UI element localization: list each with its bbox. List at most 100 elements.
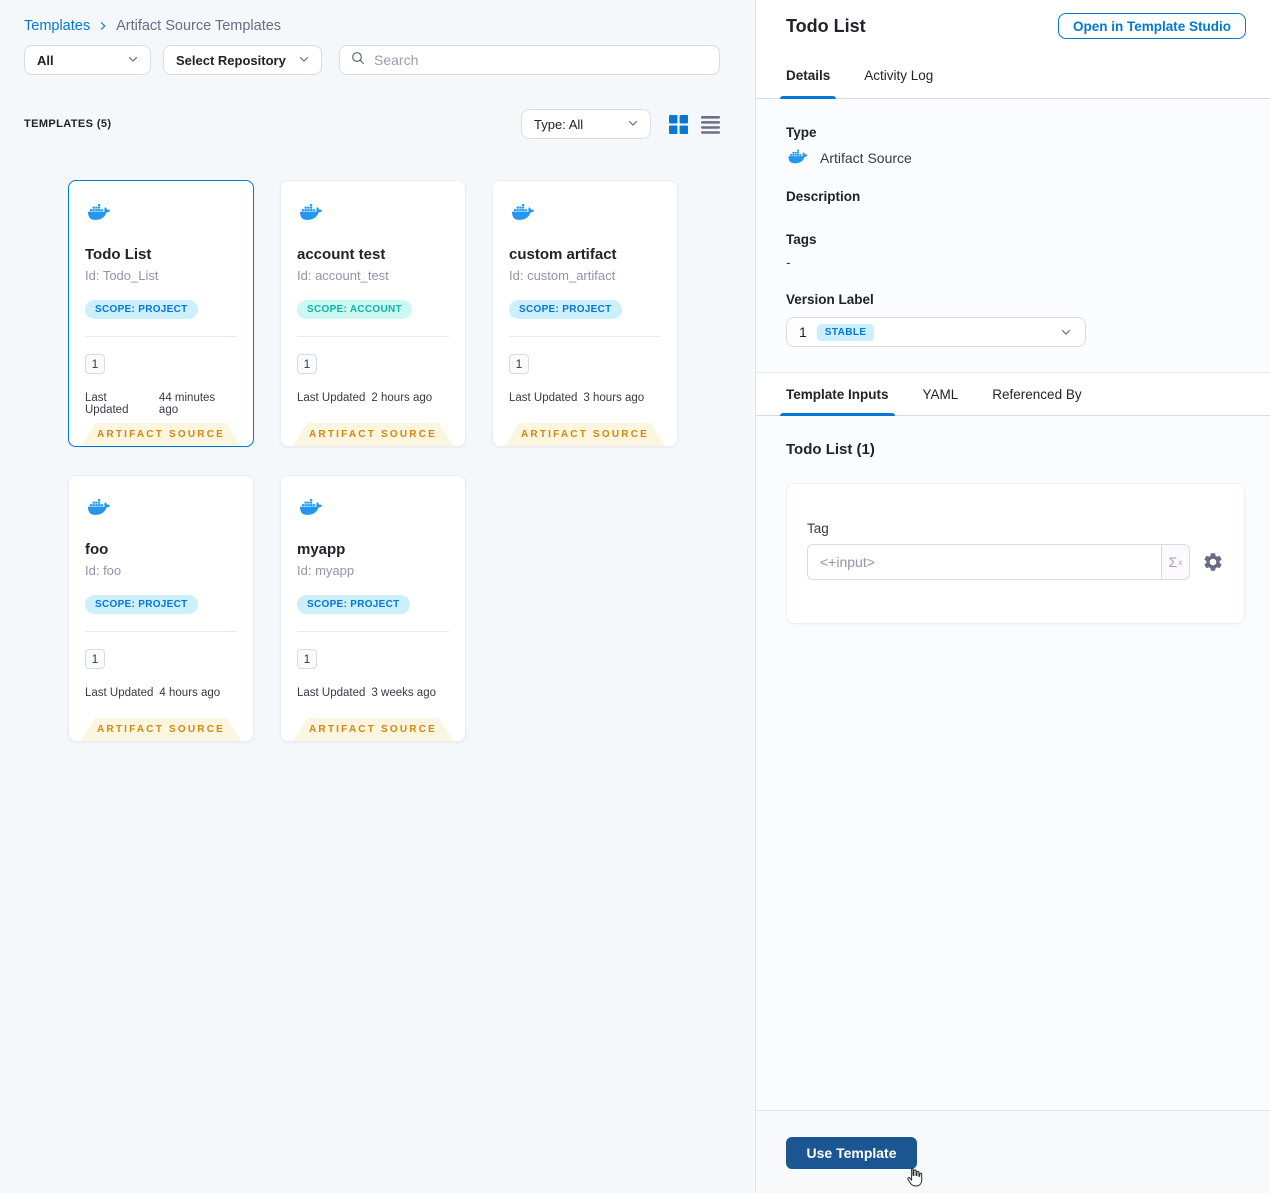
panel-title: Todo List (786, 15, 866, 36)
template-card-grid: Todo List Id: Todo_List SCOPE: PROJECT 1… (0, 139, 700, 742)
last-updated-label: Last Updated (297, 687, 366, 699)
card-title: myapp (297, 541, 346, 558)
docker-icon (297, 210, 325, 227)
docker-icon (786, 147, 810, 169)
details-tab-bar: Details Activity Log (756, 52, 1270, 99)
card-id: Id: account_test (297, 268, 389, 283)
version-count-chip: 1 (85, 354, 105, 374)
card-title: foo (85, 541, 109, 558)
card-divider (297, 336, 449, 337)
last-updated-value: 3 weeks ago (371, 687, 436, 699)
breadcrumb-templates-link[interactable]: Templates (24, 18, 90, 34)
type-filter-value: Type: All (534, 116, 584, 132)
last-updated-value: 4 hours ago (159, 687, 221, 699)
version-count-chip: 1 (297, 354, 317, 374)
gear-icon[interactable] (1202, 551, 1224, 573)
tab-yaml[interactable]: YAML (923, 373, 959, 415)
inputs-tab-bar: Template Inputs YAML Referenced By (756, 372, 1270, 416)
tag-input[interactable] (808, 545, 1161, 579)
chevron-down-icon (1059, 325, 1073, 339)
last-updated-label: Last Updated (85, 687, 154, 699)
scope-badge: SCOPE: PROJECT (85, 595, 198, 614)
grid-view-icon[interactable] (669, 115, 688, 134)
tag-label: Tag (807, 521, 829, 536)
template-card-custom-artifact[interactable]: custom artifact Id: custom_artifact SCOP… (492, 180, 678, 447)
tab-template-inputs[interactable]: Template Inputs (780, 373, 895, 416)
template-card-foo[interactable]: foo Id: foo SCOPE: PROJECT 1 Last Update… (68, 475, 254, 742)
scope-badge: SCOPE: ACCOUNT (297, 300, 412, 319)
last-updated-value: 2 hours ago (371, 392, 433, 404)
search-icon (350, 50, 366, 71)
type-label: Type (786, 125, 817, 140)
version-count-chip: 1 (297, 649, 317, 669)
repository-filter-dropdown[interactable]: Select Repository (163, 45, 322, 75)
template-card-account-test[interactable]: account test Id: account_test SCOPE: ACC… (280, 180, 466, 447)
tag-input-card: Tag Σx (786, 483, 1245, 624)
card-id: Id: myapp (297, 563, 355, 578)
last-updated-value: 44 minutes ago (158, 392, 216, 416)
last-updated-label: Last Updated (509, 392, 578, 404)
last-updated-label: Last Updated (85, 392, 129, 416)
template-list-panel: Templates Artifact Source Templates All … (0, 0, 755, 1193)
card-divider (297, 631, 449, 632)
type-value: Artifact Source (820, 150, 912, 166)
tab-activity-log[interactable]: Activity Log (864, 52, 933, 98)
sigma-icon: Σ (1168, 554, 1178, 570)
artifact-source-ribbon: ARTIFACT SOURCE (81, 423, 241, 446)
list-header: TEMPLATES (5) Type: All (0, 109, 755, 139)
repository-filter-value: Select Repository (176, 52, 286, 68)
filter-bar: All Select Repository (0, 45, 755, 75)
card-divider (85, 631, 237, 632)
card-id: Id: foo (85, 563, 122, 578)
template-details-panel: Todo List Open in Template Studio Detail… (755, 0, 1270, 1193)
list-view-icon[interactable] (701, 115, 720, 134)
inputs-title: Todo List (1) (786, 441, 875, 458)
sigma-sup: x (1178, 557, 1183, 567)
open-in-template-studio-button[interactable]: Open in Template Studio (1057, 13, 1246, 39)
artifact-source-ribbon: ARTIFACT SOURCE (81, 718, 241, 741)
card-divider (509, 336, 661, 337)
artifact-source-ribbon: ARTIFACT SOURCE (293, 423, 453, 446)
search-input[interactable] (374, 52, 709, 68)
artifact-source-ribbon: ARTIFACT SOURCE (293, 718, 453, 741)
search-box[interactable] (339, 45, 720, 75)
expression-toggle-button[interactable]: Σx (1161, 545, 1189, 579)
breadcrumb-current: Artifact Source Templates (116, 18, 282, 34)
tags-value: - (786, 254, 791, 270)
docker-icon (297, 505, 325, 522)
version-count-chip: 1 (509, 354, 529, 374)
scope-badge: SCOPE: PROJECT (85, 300, 198, 319)
breadcrumb-chevron-icon (97, 20, 109, 32)
chevron-down-icon (297, 52, 311, 69)
tab-referenced-by[interactable]: Referenced By (992, 373, 1081, 415)
card-divider (85, 336, 237, 337)
card-title: custom artifact (509, 246, 617, 263)
version-value: 1 (799, 324, 807, 340)
breadcrumb: Templates Artifact Source Templates (0, 0, 755, 34)
docker-icon (85, 505, 113, 522)
details-section: Type Artifact Source Description Tags - … (756, 99, 1270, 372)
chevron-down-icon (126, 52, 140, 69)
tags-label: Tags (786, 232, 817, 247)
version-dropdown[interactable]: 1 STABLE (786, 317, 1086, 347)
template-card-todo-list[interactable]: Todo List Id: Todo_List SCOPE: PROJECT 1… (68, 180, 254, 447)
card-title: Todo List (85, 246, 152, 263)
template-card-myapp[interactable]: myapp Id: myapp SCOPE: PROJECT 1 Last Up… (280, 475, 466, 742)
type-filter-dropdown[interactable]: Type: All (521, 109, 651, 139)
last-updated-value: 3 hours ago (583, 392, 645, 404)
templates-page: Templates Artifact Source Templates All … (0, 0, 1270, 1193)
scope-badge: SCOPE: PROJECT (509, 300, 622, 319)
tab-details[interactable]: Details (779, 52, 837, 99)
templates-count-label: TEMPLATES (5) (24, 118, 112, 130)
version-count-chip: 1 (85, 649, 105, 669)
scope-badge: SCOPE: PROJECT (297, 595, 410, 614)
use-template-button[interactable]: Use Template (786, 1137, 917, 1169)
chevron-down-icon (626, 116, 640, 133)
card-title: account test (297, 246, 386, 263)
version-label: Version Label (786, 292, 874, 307)
docker-icon (85, 210, 113, 227)
template-inputs-section: Todo List (1) Tag Σx (756, 416, 1270, 1110)
description-label: Description (786, 189, 861, 204)
panel-footer: Use Template (756, 1110, 1270, 1193)
scope-filter-dropdown[interactable]: All (24, 45, 151, 75)
